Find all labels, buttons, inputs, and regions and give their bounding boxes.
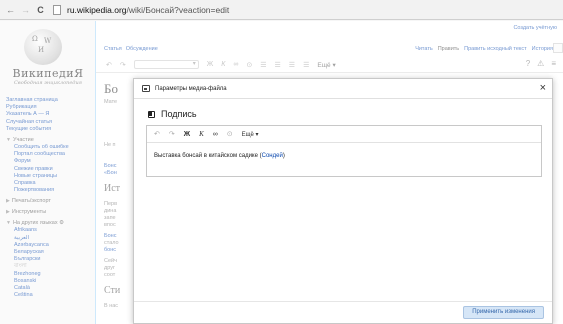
url-path: /wiki/Бонсай?veaction=edit (126, 4, 230, 15)
cite-icon[interactable]: ⊙ (227, 130, 233, 138)
address-bar[interactable]: ru.wikipedia.org/wiki/Бонсай?veaction=ed… (67, 5, 229, 15)
caption-label: Подпись (161, 109, 197, 119)
caption-editor[interactable]: ↶ ↷ Ж К ∞ ⊙ Ещё ▾ Выставка бонсай в кита… (146, 125, 542, 177)
redo-icon[interactable]: ↷ (169, 130, 175, 138)
reload-icon[interactable]: C (36, 4, 45, 16)
caption-icon (148, 110, 155, 118)
close-button[interactable]: × (540, 81, 546, 95)
undo-icon[interactable]: ↶ (154, 130, 160, 138)
insert-more-button[interactable]: Ещё ▾ (242, 131, 259, 138)
media-settings-dialog: Параметры медиа-файла × Подпись ↶ ↷ Ж К … (133, 78, 553, 324)
dialog-title: Параметры медиа-файла (155, 85, 227, 92)
forward-icon[interactable]: → (21, 4, 30, 16)
caption-toolbar: ↶ ↷ Ж К ∞ ⊙ Ещё ▾ (147, 126, 541, 143)
bold-button[interactable]: Ж (184, 131, 190, 138)
url-domain: ru.wikipedia.org (67, 4, 127, 15)
italic-button[interactable]: К (199, 130, 204, 138)
link-icon[interactable]: ∞ (213, 131, 218, 138)
back-icon[interactable]: ← (6, 4, 15, 16)
caption-link[interactable]: Сондей (262, 153, 283, 159)
page-icon (53, 4, 61, 15)
caption-text: Выставка бонсай в китайском садике ( (154, 153, 262, 159)
media-icon (142, 85, 150, 92)
caption-text-field[interactable]: Выставка бонсай в китайском садике (Сонд… (147, 143, 541, 169)
caption-section: Подпись (148, 109, 197, 119)
apply-changes-button[interactable]: Применить изменения (463, 306, 544, 319)
caption-text-end: ) (282, 153, 285, 159)
dialog-header: Параметры медиа-файла × (134, 79, 552, 99)
dialog-footer: Применить изменения (134, 301, 552, 323)
browser-toolbar: ← → C ru.wikipedia.org/wiki/Бонсай?veact… (0, 0, 563, 20)
